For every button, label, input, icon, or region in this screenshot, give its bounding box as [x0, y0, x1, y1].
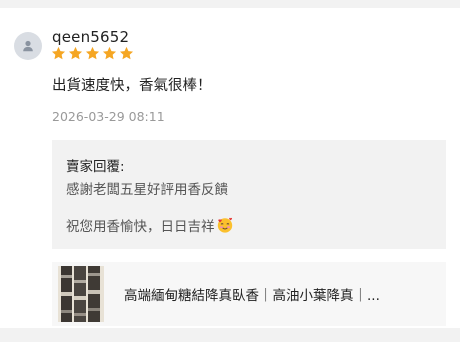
star-icon	[85, 46, 100, 60]
review-card: qeen5652 出貨速度快，香氣很棒！ 2026-03-29 08:11 賣家…	[0, 8, 460, 328]
review-comment: 出貨速度快，香氣很棒！	[52, 78, 212, 94]
reviewer-username: qeen5652	[52, 28, 130, 46]
seller-reply-line2: 祝您用香愉快，日日吉祥	[66, 219, 215, 235]
seller-reply: 賣家回覆: 感謝老闆五星好評用香反饋 祝您用香愉快，日日吉祥	[52, 140, 446, 249]
user-icon	[23, 40, 33, 52]
smiling-face-with-hearts-icon	[217, 217, 232, 233]
star-icon	[68, 46, 83, 60]
product-thumbnail	[58, 266, 104, 322]
seller-reply-title: 賣家回覆:	[66, 159, 125, 175]
separator	[0, 328, 460, 342]
seller-reply-line2-row: 祝您用香愉快，日日吉祥	[66, 215, 234, 235]
star-icon	[119, 46, 134, 60]
star-icon	[102, 46, 117, 60]
seller-reply-line1: 感謝老闆五星好評用香反饋	[66, 182, 228, 198]
review-timestamp: 2026-03-29 08:11	[52, 109, 165, 124]
avatar[interactable]	[14, 32, 42, 60]
product-name: 高端緬甸糖結降真臥香｜高油小葉降真｜...	[124, 288, 380, 304]
star-rating	[51, 46, 134, 66]
star-icon	[51, 46, 66, 60]
product-link[interactable]: 高端緬甸糖結降真臥香｜高油小葉降真｜...	[52, 262, 446, 326]
